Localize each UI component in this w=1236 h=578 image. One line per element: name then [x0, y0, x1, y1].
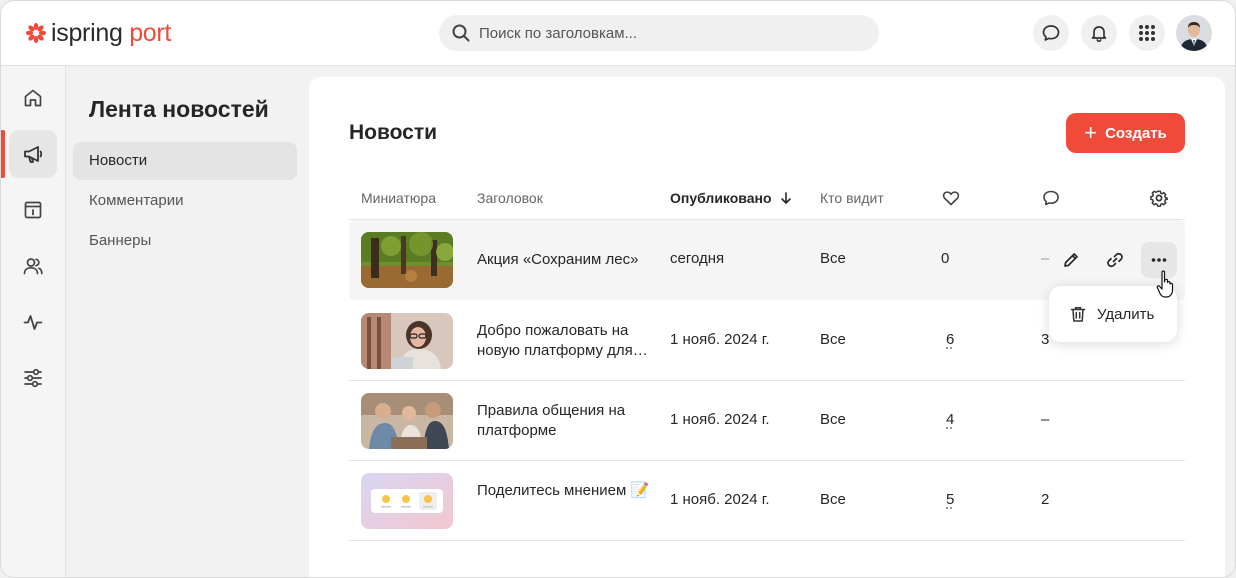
comment-icon[interactable]: [1041, 188, 1061, 208]
thumbnail-forest: [361, 232, 453, 288]
thumbnail-feedback-emojis: [361, 473, 453, 529]
user-photo: [1176, 15, 1212, 51]
row-comments: –: [1041, 250, 1050, 267]
section-title: Лента новостей: [89, 96, 269, 122]
activity-icon: [23, 315, 43, 330]
row-divider: [349, 540, 1185, 541]
search-icon: [452, 24, 470, 42]
logo-flower-icon: [25, 22, 47, 44]
search-input[interactable]: [479, 24, 859, 42]
nav-home[interactable]: [9, 74, 57, 122]
sort-arrow-down-icon: [781, 192, 792, 204]
row-likes: 0: [941, 250, 950, 267]
thumbnail-woman-laptop: [361, 313, 453, 369]
nav-calendar[interactable]: [9, 186, 57, 234]
apps-button[interactable]: [1129, 15, 1165, 51]
row-title[interactable]: Акция «Сохраним лес»: [477, 250, 652, 270]
sidebar-item-banners[interactable]: Баннеры: [73, 222, 297, 260]
row-published: 1 нояб. 2024 г.: [670, 331, 770, 348]
row-audience: Все: [820, 491, 846, 508]
logo-text: ispring port: [51, 17, 171, 49]
create-button[interactable]: + Создать: [1066, 113, 1185, 153]
sidebar-item-comments[interactable]: Комментарии: [73, 182, 297, 220]
row-title[interactable]: Добро пожаловать на новую платформу для…: [477, 321, 652, 361]
section-sidebar: Лента новостей Новости Комментарии Банне…: [67, 66, 307, 577]
row-likes[interactable]: 4: [946, 411, 954, 428]
row-likes[interactable]: 6: [946, 331, 954, 348]
settings-sliders-icon: [24, 368, 42, 388]
logo[interactable]: ispring port: [25, 17, 171, 49]
users-icon: [23, 258, 43, 275]
hand-cursor-icon: [1156, 270, 1174, 298]
more-dots-icon: [1151, 258, 1167, 262]
row-title[interactable]: Поделитесь мнением 📝: [477, 481, 652, 501]
row-audience: Все: [820, 331, 846, 348]
apps-grid-icon: [1139, 25, 1155, 41]
nav-news[interactable]: [9, 130, 57, 178]
gear-icon[interactable]: [1149, 188, 1169, 208]
heart-icon[interactable]: [941, 188, 961, 208]
row-published: сегодня: [670, 250, 725, 267]
row-comments: –: [1041, 411, 1050, 428]
table-row[interactable]: Правила общения на платформе 1 нояб. 202…: [349, 381, 1185, 461]
avatar[interactable]: [1176, 15, 1212, 51]
nav-users[interactable]: [9, 242, 57, 290]
sidebar-item-news[interactable]: Новости: [73, 142, 297, 180]
logo-text-part2: port: [129, 19, 172, 47]
column-thumbnail[interactable]: Миниатюра: [361, 190, 436, 206]
nav-settings[interactable]: [9, 354, 57, 402]
nav-activity[interactable]: [9, 298, 57, 346]
row-audience: Все: [820, 250, 846, 267]
row-comments: 2: [1041, 491, 1050, 508]
row-comments: 3: [1041, 331, 1050, 348]
app-window: ispring port Поиск по заголовкам... Лент…: [0, 0, 1236, 578]
page-title: Новости: [349, 121, 438, 144]
column-published-label: Опубликовано: [670, 190, 772, 206]
top-bar: ispring port: [1, 1, 1235, 66]
bell-icon: [1091, 26, 1107, 43]
plus-icon: +: [1084, 120, 1098, 145]
trash-icon: [1070, 307, 1086, 322]
search-bar[interactable]: [439, 15, 879, 51]
notifications-button[interactable]: [1081, 15, 1117, 51]
row-published: 1 нояб. 2024 г.: [670, 491, 770, 508]
row-likes[interactable]: 5: [946, 491, 954, 508]
active-indicator: [1, 130, 5, 178]
link-icon: [1107, 252, 1123, 268]
chat-button[interactable]: [1033, 15, 1069, 51]
column-audience[interactable]: Кто видит: [820, 190, 884, 206]
chat-icon: [1042, 25, 1060, 41]
logo-text-part1: ispring: [51, 19, 123, 47]
column-title[interactable]: Заголовок: [477, 190, 543, 206]
megaphone-icon: [24, 146, 43, 163]
thumbnail-people-talking: [361, 393, 453, 449]
home-icon: [24, 89, 42, 107]
row-published: 1 нояб. 2024 г.: [670, 411, 770, 428]
calendar-info-icon: [24, 201, 42, 219]
row-audience: Все: [820, 411, 846, 428]
table-row[interactable]: Поделитесь мнением 📝 1 нояб. 2024 г. Все…: [349, 461, 1185, 541]
app-navigation-rail: [1, 66, 66, 577]
delete-label: Удалить: [1097, 305, 1155, 323]
column-published[interactable]: Опубликовано: [670, 190, 793, 206]
row-title[interactable]: Правила общения на платформе: [477, 401, 652, 441]
pencil-icon: [1064, 253, 1078, 267]
edit-button[interactable]: [1053, 242, 1089, 278]
create-button-label: Создать: [1105, 124, 1167, 142]
copy-link-button[interactable]: [1097, 242, 1133, 278]
